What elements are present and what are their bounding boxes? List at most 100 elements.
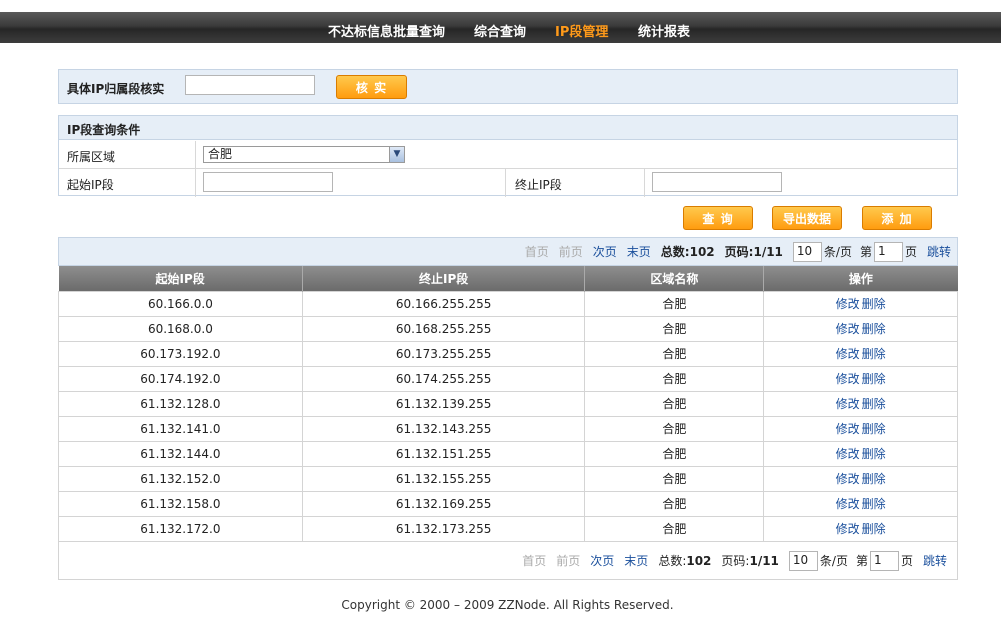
table-row: 61.132.158.0 61.132.169.255 合肥 修改 删除	[58, 490, 958, 517]
start-ip-cell: 60.166.0.0	[58, 290, 303, 317]
edit-link[interactable]: 修改	[836, 422, 860, 436]
edit-link[interactable]: 修改	[836, 297, 860, 311]
pager-first[interactable]: 首页	[525, 243, 549, 260]
table-footer-area: 首页 前页 次页 末页 总数: 102 页码: 1/11 10 条/页 第 1 …	[58, 541, 958, 580]
pager-next[interactable]: 次页	[593, 243, 617, 260]
edit-link[interactable]: 修改	[836, 322, 860, 336]
end-ip-cell: 61.132.169.255	[301, 490, 586, 517]
pager-first[interactable]: 首页	[522, 552, 546, 569]
end-ip-cell: 61.132.143.255	[301, 415, 586, 442]
query-conditions-panel: IP段查询条件 所属区域 合肥 ▼ 起始IP段 终止IP段	[58, 115, 958, 197]
end-ip-cell: 60.174.255.255	[301, 365, 586, 392]
delete-link[interactable]: 删除	[862, 347, 886, 361]
edit-link[interactable]: 修改	[836, 372, 860, 386]
nav-item-batch-query[interactable]: 不达标信息批量查询	[328, 21, 445, 40]
goto-prefix: 第	[859, 245, 872, 259]
region-cell: 合肥	[584, 315, 765, 342]
ip-verify-label: 具体IP归属段核实	[67, 82, 165, 96]
start-ip-input[interactable]	[203, 172, 333, 192]
table-row: 61.132.152.0 61.132.155.255 合肥 修改 删除	[58, 465, 958, 492]
edit-link[interactable]: 修改	[836, 397, 860, 411]
start-ip-cell: 60.173.192.0	[58, 340, 303, 367]
actions-cell: 修改 删除	[763, 465, 958, 492]
pager-prev[interactable]: 前页	[559, 243, 583, 260]
end-ip-cell: 60.173.255.255	[301, 340, 586, 367]
region-select[interactable]: 合肥 ▼	[203, 146, 405, 163]
nav-item-ip-management[interactable]: IP段管理	[555, 21, 608, 40]
ip-verify-input[interactable]	[185, 75, 315, 95]
start-ip-cell: 60.174.192.0	[58, 365, 303, 392]
goto-page-input[interactable]: 1	[873, 241, 903, 262]
region-cell: 合肥	[584, 290, 765, 317]
end-ip-cell: 61.132.151.255	[301, 440, 586, 467]
chevron-down-icon[interactable]: ▼	[389, 147, 404, 162]
pager-last[interactable]: 末页	[624, 552, 648, 569]
nav-item-reports[interactable]: 统计报表	[638, 21, 690, 40]
actions-cell: 修改 删除	[763, 415, 958, 442]
delete-link[interactable]: 删除	[862, 522, 886, 536]
edit-link[interactable]: 修改	[836, 522, 860, 536]
pager-page-label: 页码:	[721, 554, 750, 568]
table-row: 61.132.144.0 61.132.151.255 合肥 修改 删除	[58, 440, 958, 467]
region-cell: 合肥	[584, 365, 765, 392]
region-cell: 合肥	[584, 390, 765, 417]
goto-page-input[interactable]: 1	[869, 550, 899, 571]
jump-link[interactable]: 跳转	[923, 552, 947, 569]
delete-link[interactable]: 删除	[862, 497, 886, 511]
verify-button[interactable]: 核 实	[336, 75, 407, 99]
pager-page: 1/11	[749, 553, 779, 568]
delete-link[interactable]: 删除	[862, 297, 886, 311]
region-cell: 合肥	[584, 415, 765, 442]
table-row: 60.173.192.0 60.173.255.255 合肥 修改 删除	[58, 340, 958, 367]
pager-last[interactable]: 末页	[627, 243, 651, 260]
delete-link[interactable]: 删除	[862, 372, 886, 386]
query-button[interactable]: 查 询	[683, 206, 753, 230]
region-cell: 合肥	[584, 440, 765, 467]
region-cell: 合肥	[584, 490, 765, 517]
pager-page-label: 页码:	[724, 245, 754, 259]
edit-link[interactable]: 修改	[836, 447, 860, 461]
delete-link[interactable]: 删除	[862, 422, 886, 436]
start-ip-cell: 61.132.144.0	[58, 440, 303, 467]
start-ip-cell: 61.132.141.0	[58, 415, 303, 442]
edit-link[interactable]: 修改	[836, 472, 860, 486]
table-header-row: 起始IP段 终止IP段 区域名称 操作	[58, 266, 958, 291]
jump-link[interactable]: 跳转	[927, 243, 951, 260]
divider	[644, 169, 645, 197]
actions-cell: 修改 删除	[763, 390, 958, 417]
end-ip-cell: 61.132.173.255	[301, 515, 586, 542]
divider	[195, 169, 196, 197]
per-page-unit: 条/页	[823, 245, 852, 259]
goto-suffix: 页	[900, 554, 913, 568]
region-cell: 合肥	[584, 515, 765, 542]
edit-link[interactable]: 修改	[836, 347, 860, 361]
region-label: 所属区域	[67, 150, 116, 164]
end-ip-input[interactable]	[652, 172, 782, 192]
per-page-input[interactable]: 10	[788, 550, 818, 571]
start-ip-cell: 61.132.128.0	[58, 390, 303, 417]
pager-total: 102	[689, 244, 715, 259]
pager-prev[interactable]: 前页	[556, 552, 580, 569]
table-row: 60.166.0.0 60.166.255.255 合肥 修改 删除	[58, 290, 958, 317]
actions-cell: 修改 删除	[763, 365, 958, 392]
export-button[interactable]: 导出数据	[772, 206, 842, 230]
divider	[195, 141, 196, 168]
delete-link[interactable]: 删除	[862, 447, 886, 461]
delete-link[interactable]: 删除	[862, 397, 886, 411]
per-page-input[interactable]: 10	[792, 241, 822, 262]
copyright-footer: Copyright © 2000 – 2009 ZZNode. All Righ…	[341, 598, 674, 612]
add-button[interactable]: 添 加	[862, 206, 932, 230]
delete-link[interactable]: 删除	[862, 472, 886, 486]
delete-link[interactable]: 删除	[862, 322, 886, 336]
start-ip-cell: 60.168.0.0	[58, 315, 303, 342]
pager-total: 102	[686, 553, 712, 568]
nav-item-combined-query[interactable]: 综合查询	[474, 21, 526, 40]
top-nav-bar: 不达标信息批量查询 综合查询 IP段管理 统计报表	[0, 12, 1001, 43]
divider	[505, 169, 506, 197]
end-ip-cell: 61.132.139.255	[301, 390, 586, 417]
column-start-ip: 起始IP段	[58, 266, 303, 291]
edit-link[interactable]: 修改	[836, 497, 860, 511]
pager-next[interactable]: 次页	[590, 552, 614, 569]
ip-range-row: 起始IP段 终止IP段	[59, 169, 957, 197]
table-row: 60.168.0.0 60.168.255.255 合肥 修改 删除	[58, 315, 958, 342]
